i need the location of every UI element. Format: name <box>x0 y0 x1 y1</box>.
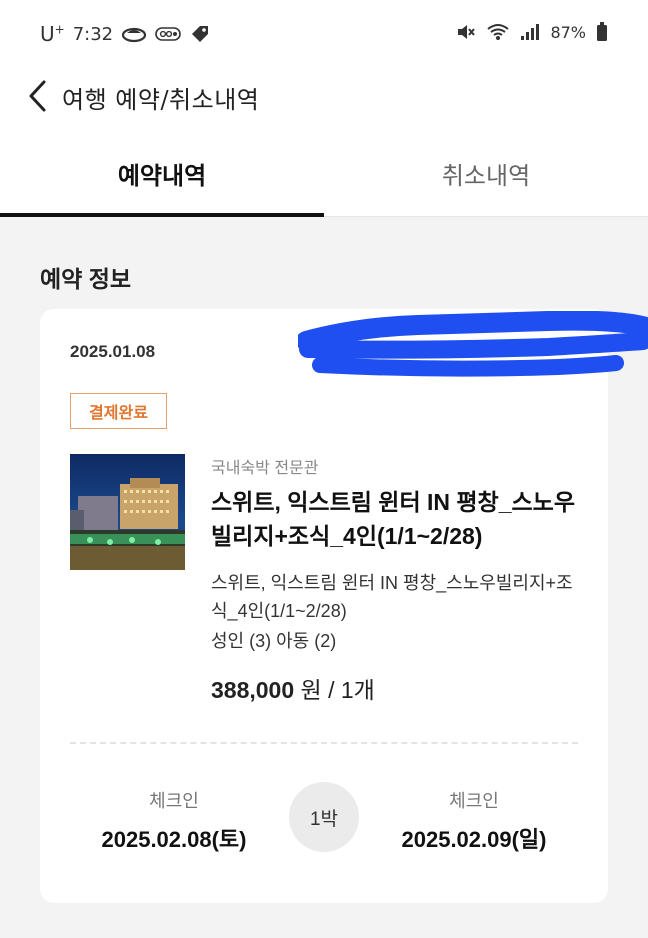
wifi-icon <box>486 22 510 42</box>
checkin-date: 2025.02.08(토) <box>101 827 247 852</box>
tab-cancellations[interactable]: 취소내역 <box>324 130 648 217</box>
redaction-scribble <box>298 311 648 377</box>
status-badge: 결제완료 <box>70 393 167 429</box>
battery-icon <box>596 22 608 42</box>
tab-reservations[interactable]: 예약내역 <box>0 130 324 217</box>
provider-label: 국내숙박 전문관 <box>211 460 319 477</box>
dashed-divider <box>70 742 578 744</box>
status-time: 7:32 <box>72 23 114 45</box>
reservation-date: 2025.01.08 <box>70 342 156 361</box>
guest-count: 성인 (3) 아동 (2) <box>211 631 337 651</box>
status-right: 87% <box>456 22 608 42</box>
product-thumbnail[interactable] <box>70 454 185 570</box>
mute-icon <box>456 22 476 42</box>
checkout-date: 2025.02.09(일) <box>401 827 547 852</box>
status-bar: U+ 7:32 87% <box>0 0 648 70</box>
back-button[interactable] <box>22 78 52 114</box>
price: 388,000 원 / 1개 <box>211 671 375 705</box>
status-left: U+ 7:32 <box>40 22 211 46</box>
product-title[interactable]: 스위트, 익스트림 윈터 IN 평창_스노우빌리지+조식_4인(1/1~2/28… <box>211 485 581 553</box>
checkout-label: 체크인 <box>449 791 499 811</box>
tag-icon <box>189 23 211 45</box>
battery-percent: 87% <box>550 22 586 42</box>
weather-icon <box>121 25 147 43</box>
price-amount: 388,000 <box>211 677 295 703</box>
active-tab-indicator <box>0 213 324 217</box>
page-title: 여행 예약/취소내역 <box>62 86 260 114</box>
nights-badge: 1박 <box>289 782 359 852</box>
product-option: 스위트, 익스트림 윈터 IN 평창_스노우빌리지+조식_4인(1/1~2/28… <box>211 573 573 621</box>
price-unit: 원 / 1개 <box>300 677 375 703</box>
signal-icon <box>520 23 540 41</box>
carrier-label: U+ <box>40 22 65 46</box>
app-notification-icon <box>155 27 181 41</box>
tab-bar: 예약내역 취소내역 <box>0 130 648 217</box>
section-title: 예약 정보 <box>40 266 132 292</box>
reservation-card[interactable]: 2025.01.08 결제완료 국내숙박 전문관 스위트, 익스트림 윈터 IN… <box>40 309 648 903</box>
chevron-left-icon <box>29 80 46 112</box>
checkin-label: 체크인 <box>149 791 199 811</box>
app-header: 여행 예약/취소내역 <box>0 70 648 130</box>
